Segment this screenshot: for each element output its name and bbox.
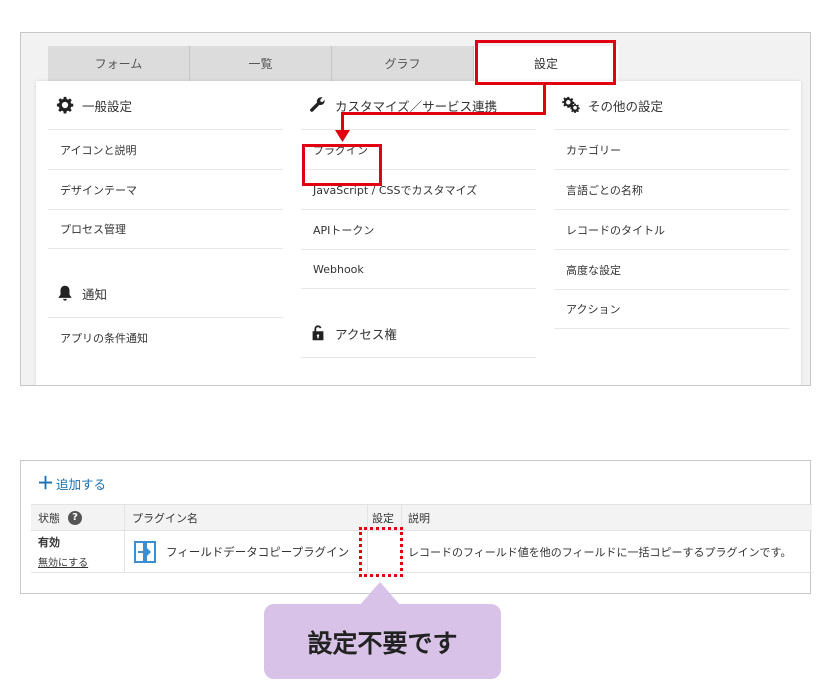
menu-item-app-condition-notification[interactable]: アプリの条件通知 [48,317,283,357]
general-settings-label: 一般設定 [82,98,133,114]
menu-item-record-title[interactable]: レコードのタイトル [554,209,789,249]
tab-list[interactable]: 一覧 [190,46,332,82]
plugin-description: レコードのフィールド値を他のフィールドに一括コピーするプラグインです。 [408,545,792,559]
table-header-row: 状態 ? プラグイン名 設定 説明 [31,504,812,531]
arrow-line-horizontal [341,112,546,115]
tab-graph[interactable]: グラフ [332,46,474,82]
notification-heading: 通知 [48,269,283,317]
app-settings-screenshot: フォーム 一覧 グラフ 設定 一般設定 アイコンと説明 デザインテーマ プロセス… [20,32,811,386]
access-label: アクセス権 [335,326,397,342]
help-icon[interactable]: ? [68,510,82,525]
plugin-name: フィールドデータコピープラグイン [166,544,350,559]
settings-cell-highlight [359,527,403,577]
settings-panel: 一般設定 アイコンと説明 デザインテーマ プロセス管理 通知 アプリの条件通知 … [36,81,801,385]
header-description: 説明 [408,511,430,525]
customize-heading: カスタマイズ／サービス連携 [301,81,536,129]
menu-item-design-theme[interactable]: デザインテーマ [48,169,283,209]
lock-icon [312,325,324,341]
plugin-status-cell: 有効 無効にする [38,531,88,572]
wrench-icon [310,97,325,112]
menu-item-category[interactable]: カテゴリー [554,129,789,169]
field-copy-plugin-icon [134,540,156,563]
arrow-line-vertical [543,84,546,114]
column-divider [124,505,125,530]
disable-plugin-link[interactable]: 無効にする [38,554,88,569]
gear-icon [56,96,74,114]
general-settings-column: 一般設定 アイコンと説明 デザインテーマ プロセス管理 通知 アプリの条件通知 [48,81,283,357]
menu-item-access-partial[interactable] [301,357,536,385]
plugin-list-screenshot: ＋ 追加する 状態 ? プラグイン名 設定 説明 有効 無効にする フィールドデ… [20,460,812,594]
no-settings-required-callout: 設定不要です [264,604,501,679]
menu-item-language-names[interactable]: 言語ごとの名称 [554,169,789,209]
menu-item-api-token[interactable]: APIトークン [301,209,536,249]
plugin-menu-highlight [302,144,382,186]
header-status-label: 状態 [38,511,60,525]
other-settings-heading: その他の設定 [554,81,789,129]
general-settings-heading: 一般設定 [48,81,283,129]
settings-tab-highlight [475,40,616,85]
tab-form[interactable]: フォーム [48,46,190,82]
plus-icon: ＋ [37,473,54,494]
arrow-head-icon [335,130,350,142]
add-plugin-button[interactable]: ＋ 追加する [37,474,106,493]
other-settings-column: その他の設定 カテゴリー 言語ごとの名称 レコードのタイトル 高度な設定 アクシ… [554,81,789,329]
notification-label: 通知 [82,286,108,302]
plugin-status-enabled: 有効 [38,536,60,549]
callout-pointer [359,582,401,606]
gears-icon [562,96,580,114]
menu-item-advanced-settings[interactable]: 高度な設定 [554,249,789,289]
plugin-name-cell: フィールドデータコピープラグイン [134,531,349,572]
other-settings-label: その他の設定 [588,98,664,114]
customize-column: カスタマイズ／サービス連携 プラグイン JavaScript / CSSでカスタ… [301,81,536,385]
menu-item-webhook[interactable]: Webhook [301,249,536,289]
header-status: 状態 ? [38,505,82,530]
access-heading: アクセス権 [301,309,536,357]
add-plugin-label: 追加する [56,477,107,492]
column-divider [124,531,125,572]
header-plugin-name: プラグイン名 [132,511,198,525]
menu-item-process-management[interactable]: プロセス管理 [48,209,283,249]
bell-icon [58,285,72,301]
table-row: 有効 無効にする フィールドデータコピープラグイン レコードのフィールド値を他の… [31,531,812,573]
menu-item-action[interactable]: アクション [554,289,789,329]
menu-item-icon-description[interactable]: アイコンと説明 [48,129,283,169]
